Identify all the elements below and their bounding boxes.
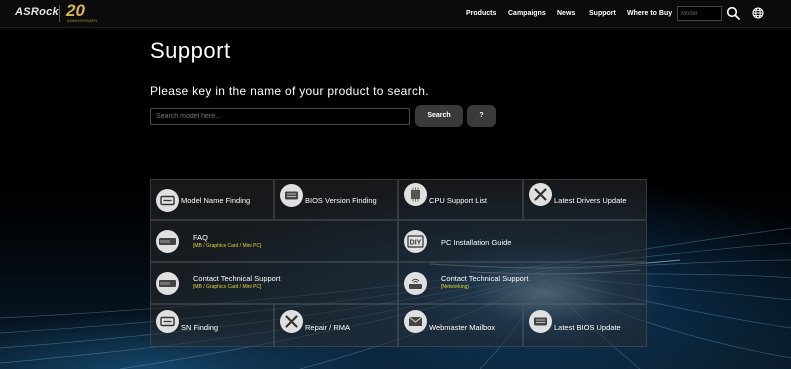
tile-label: Webmaster Mailbox — [429, 323, 496, 332]
support-tiles-grid: Model Name Finding BIOS Version Finding … — [150, 179, 647, 347]
model-search-input[interactable] — [677, 6, 722, 21]
tile-subtitle: [MB / Graphics Card / Mini PC] — [193, 243, 262, 249]
tile-model-name-finding[interactable]: Model Name Finding — [150, 179, 274, 220]
chip-icon — [529, 310, 552, 333]
nav-products[interactable]: Products — [466, 0, 496, 27]
tile-label: PC Installation Guide — [441, 238, 512, 247]
search-icon[interactable] — [726, 6, 740, 20]
tile-label: SN Finding — [181, 323, 219, 332]
nav-where-to-buy[interactable]: Where to Buy — [627, 0, 672, 27]
tile-pc-installation-guide[interactable]: DIY PC Installation Guide — [398, 220, 647, 262]
tile-label: Latest BIOS Update — [554, 323, 621, 332]
tile-repair-rma[interactable]: Repair / RMA — [274, 304, 398, 347]
tile-contact-support-mb[interactable]: Contact Technical Support [MB / Graphics… — [150, 262, 398, 304]
tile-latest-bios-update[interactable]: Latest BIOS Update — [523, 304, 647, 347]
tile-label: Contact Technical Support — [441, 274, 529, 283]
tile-subtitle: [Networking] — [441, 284, 469, 290]
tile-label: Model Name Finding — [181, 196, 251, 205]
anniversary-logo-subtext: ANNIVERSARY — [67, 18, 98, 23]
diy-icon: DIY — [404, 230, 427, 253]
tile-faq[interactable]: FAQ [MB / Graphics Card / Mini PC] — [150, 220, 398, 262]
tile-label: FAQ — [193, 233, 209, 242]
tile-label: Contact Technical Support — [193, 274, 281, 283]
mail-icon — [404, 310, 427, 333]
tile-sn-finding[interactable]: SN Finding — [150, 304, 274, 347]
nav-campaigns[interactable]: Campaigns — [508, 0, 546, 27]
model-search-field[interactable] — [150, 108, 410, 125]
tools-icon — [280, 310, 303, 333]
router-icon — [404, 272, 427, 295]
sn-label-icon — [156, 310, 179, 333]
asrock-logo[interactable]: ASRock — [15, 6, 59, 18]
globe-icon[interactable] — [752, 7, 764, 19]
graphics-card-icon — [156, 230, 179, 253]
tile-subtitle: [MB / Graphics Card / Mini PC] — [193, 284, 262, 290]
tile-label: Latest Drivers Update — [554, 196, 627, 205]
search-instructions: Please key in the name of your product t… — [150, 84, 429, 98]
svg-text:DIY: DIY — [410, 239, 422, 246]
logo-divider — [59, 5, 60, 22]
top-navigation-bar: ASRock 20 ANNIVERSARY Products Campaigns… — [0, 0, 791, 28]
nav-support[interactable]: Support — [589, 0, 616, 27]
search-button[interactable]: Search — [415, 105, 463, 127]
graphics-card-icon — [156, 272, 179, 295]
nav-news[interactable]: News — [557, 0, 575, 27]
tile-cpu-support-list[interactable]: CPU Support List — [398, 179, 523, 220]
chip-icon — [280, 184, 303, 207]
tile-latest-drivers-update[interactable]: Latest Drivers Update — [523, 179, 647, 220]
help-button[interactable]: ? — [467, 105, 496, 127]
tile-label: Repair / RMA — [305, 323, 351, 332]
tile-contact-support-networking[interactable]: Contact Technical Support [Networking] — [398, 262, 647, 304]
tile-webmaster-mailbox[interactable]: Webmaster Mailbox — [398, 304, 523, 347]
tile-label: BIOS Version Finding — [305, 196, 377, 205]
tools-icon — [529, 183, 552, 206]
cpu-icon — [404, 183, 427, 206]
tile-bios-version-finding[interactable]: BIOS Version Finding — [274, 179, 398, 220]
tile-label: CPU Support List — [429, 196, 487, 205]
label-icon — [156, 189, 179, 212]
page-title: Support — [150, 38, 231, 63]
